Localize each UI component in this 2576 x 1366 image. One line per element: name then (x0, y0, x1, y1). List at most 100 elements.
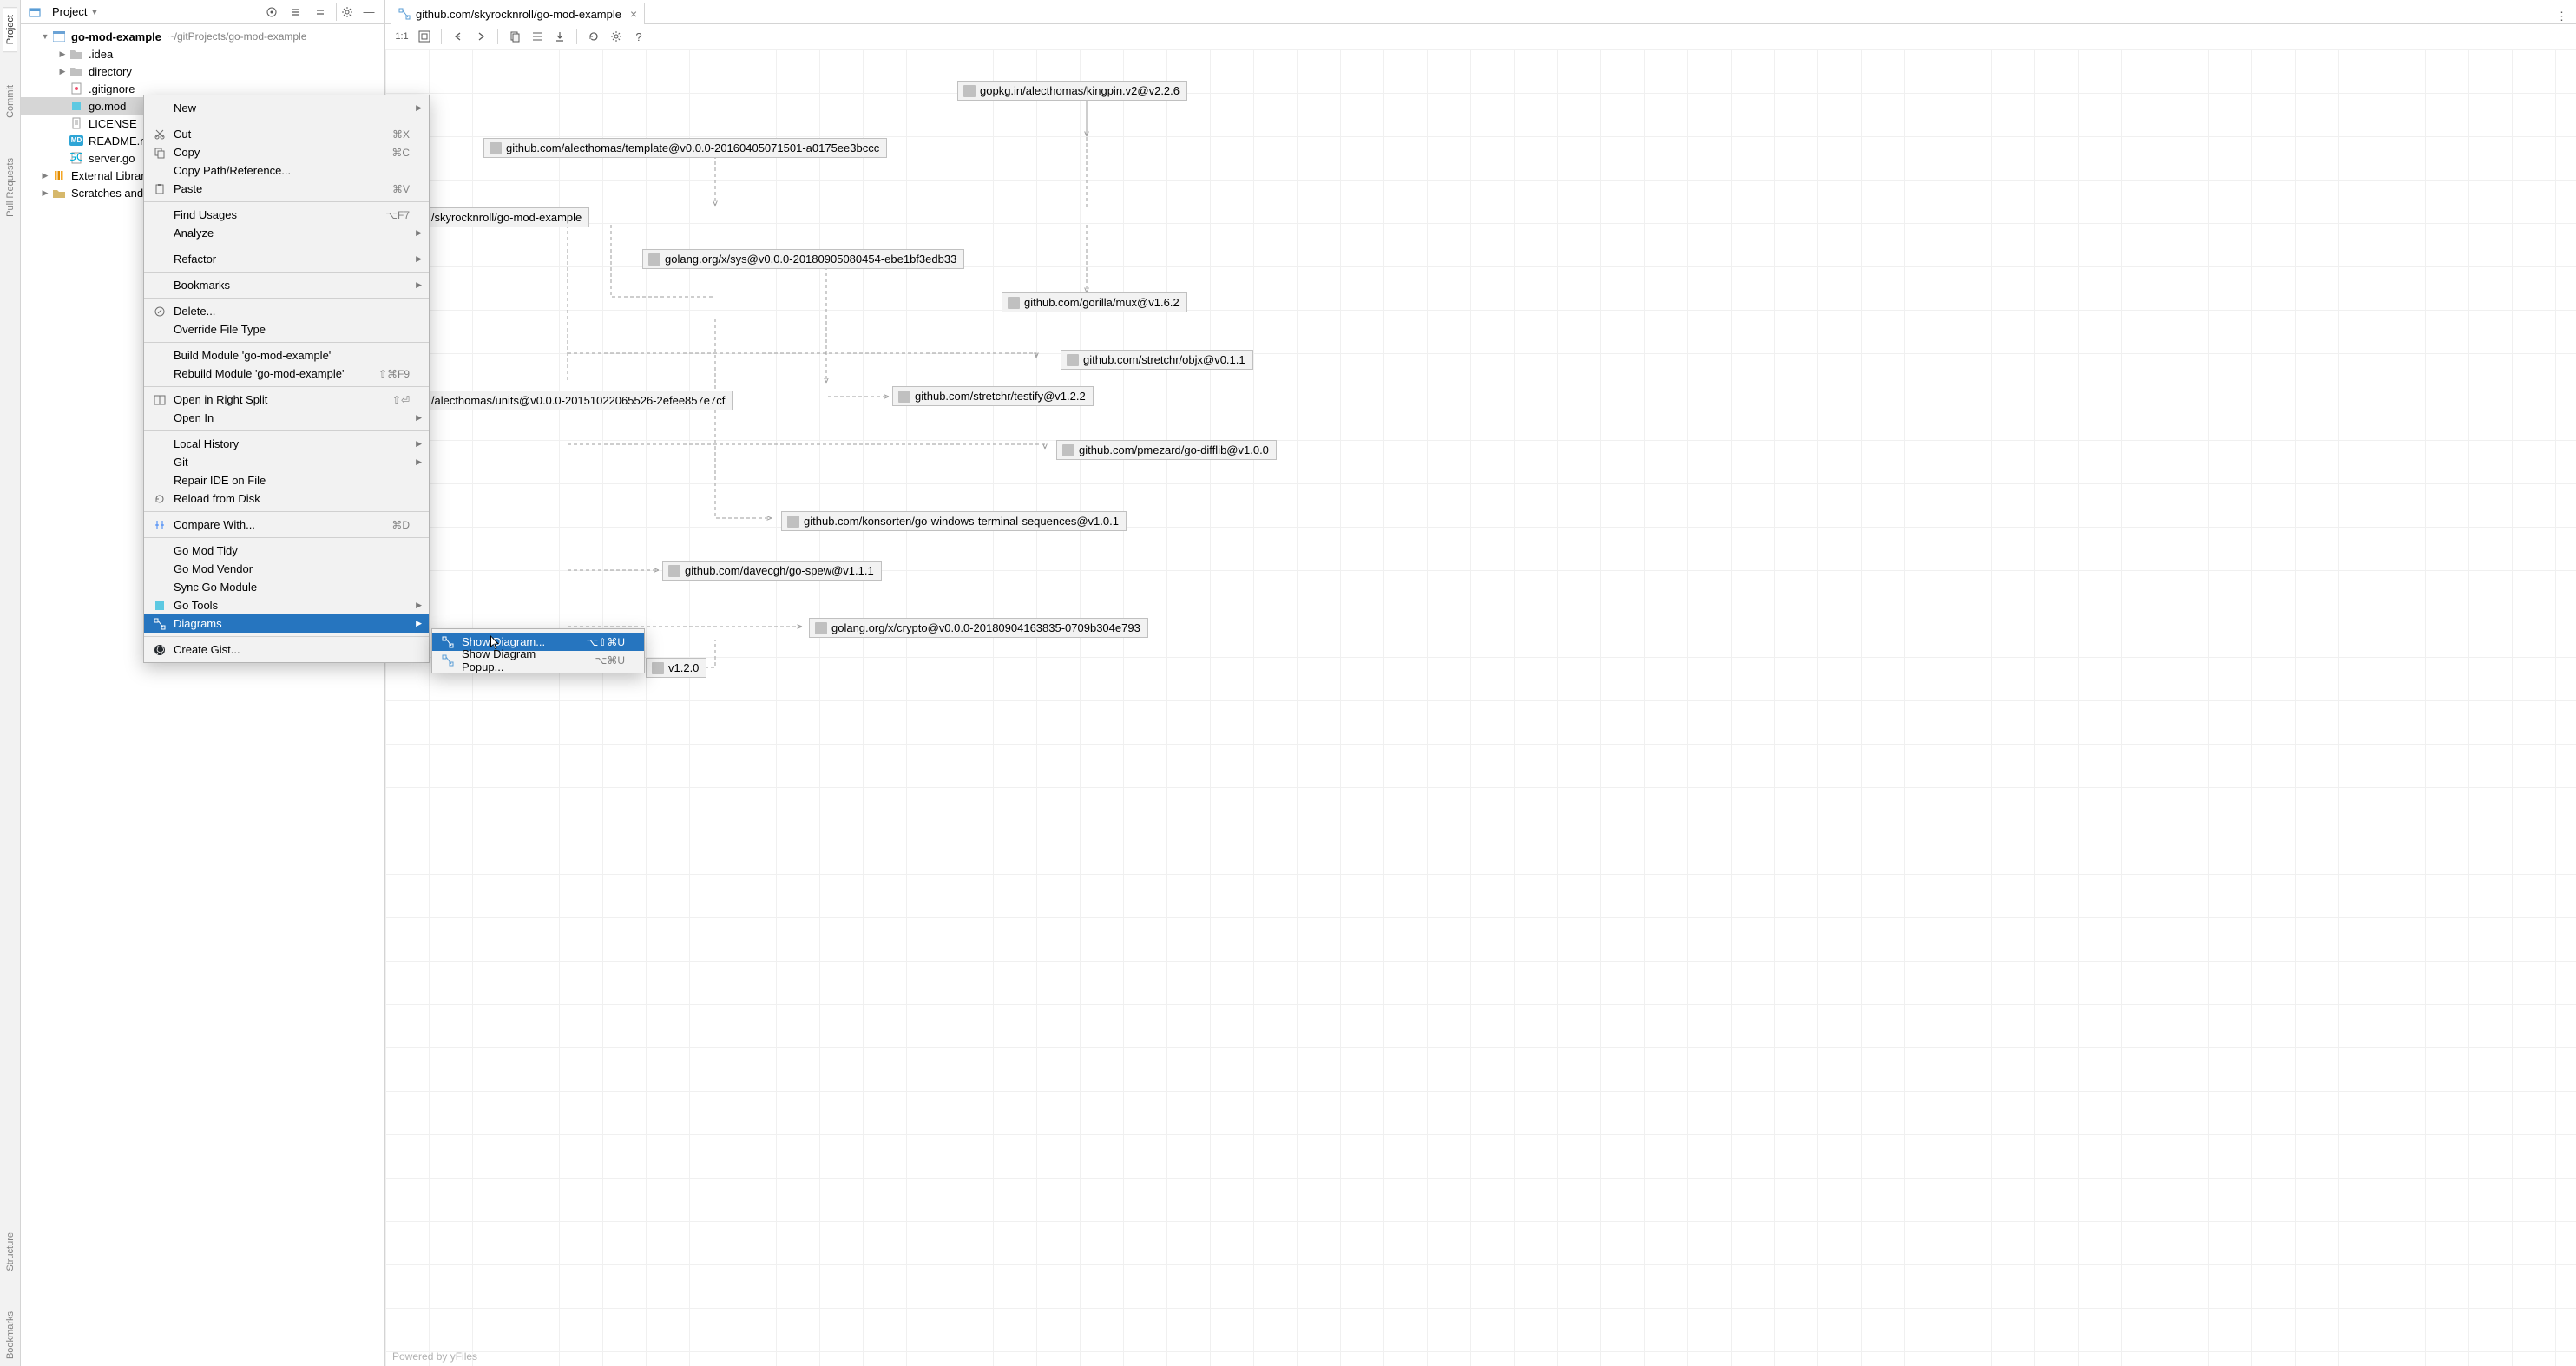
locate-icon[interactable] (263, 3, 280, 21)
project-dropdown[interactable]: Project ▼ (52, 5, 98, 18)
menu-label: Go Mod Tidy (174, 544, 410, 557)
shortcut: ⌘V (392, 183, 410, 195)
shortcut: ⌥⌘U (595, 654, 626, 667)
menu-item[interactable]: Repair IDE on File (144, 471, 429, 489)
tab-project[interactable]: Project (3, 7, 17, 52)
menu-item[interactable]: Local History▶ (144, 435, 429, 453)
menu-item[interactable]: Go Mod Tidy (144, 542, 429, 560)
menu-item[interactable]: Refactor ▶ (144, 250, 429, 268)
menu-item[interactable]: Bookmarks▶ (144, 276, 429, 294)
diagram-node[interactable]: github.com/stretchr/testify@v1.2.2 (892, 386, 1094, 406)
chevron-right-icon: ▶ (416, 619, 422, 628)
menu-item[interactable]: Diagrams▶ (144, 614, 429, 633)
refresh-icon[interactable] (584, 27, 603, 46)
diagram-node[interactable]: github.com/pmezard/go-difflib@v1.0.0 (1056, 440, 1277, 460)
menu-item[interactable]: Open In▶ (144, 409, 429, 427)
layout-icon[interactable] (528, 27, 547, 46)
tab-bookmarks[interactable]: Bookmarks (3, 1304, 17, 1366)
module-icon (668, 565, 680, 577)
menu-item[interactable]: Find Usages⌥F7 (144, 206, 429, 224)
project-icon (28, 5, 42, 19)
diagram-node[interactable]: github.com/stretchr/objx@v0.1.1 (1061, 350, 1253, 370)
menu-label: Bookmarks (174, 279, 410, 292)
expand-all-icon[interactable] (287, 3, 305, 21)
menu-item[interactable]: Create Gist... (144, 640, 429, 659)
chevron-right-icon: ▶ (416, 439, 422, 449)
menu-label: Cut (174, 128, 368, 141)
copy-icon[interactable] (505, 27, 524, 46)
menu-label: Refactor (174, 253, 410, 266)
node-label: hub.com/alecthomas/units@v0.0.0-20151022… (388, 394, 725, 407)
root-path: ~/gitProjects/go-mod-example (168, 30, 307, 43)
menu-item[interactable]: Build Module 'go-mod-example' (144, 346, 429, 364)
settings-icon[interactable] (336, 3, 353, 21)
menu-item[interactable]: Open in Right Split⇧⏎ (144, 391, 429, 409)
diagram-node[interactable]: hub.com/alecthomas/units@v0.0.0-20151022… (385, 391, 733, 410)
gear-icon[interactable] (607, 27, 626, 46)
diagram-node[interactable]: v1.2.0 (646, 658, 706, 678)
menu-item[interactable]: Copy⌘C (144, 143, 429, 161)
chevron-right-icon: ▶ (40, 171, 50, 181)
menu-item[interactable]: Go Mod Vendor (144, 560, 429, 578)
module-icon (963, 85, 976, 97)
menu-item[interactable]: Compare With...⌘D (144, 516, 429, 534)
tree-item[interactable]: ▶.idea (21, 45, 384, 62)
close-tab-icon[interactable]: × (630, 7, 637, 21)
hide-icon[interactable]: — (360, 3, 378, 21)
diagram-node[interactable]: github.com/konsorten/go-windows-terminal… (781, 511, 1127, 531)
forward-icon[interactable] (471, 27, 490, 46)
diagram-node[interactable]: github.com/davecgh/go-spew@v1.1.1 (662, 561, 882, 581)
zoom-11-button[interactable]: 1:1 (392, 27, 411, 46)
tree-root[interactable]: ▼ go-mod-example ~/gitProjects/go-mod-ex… (21, 28, 384, 45)
menu-item[interactable]: Analyze▶ (144, 224, 429, 242)
diagram-canvas[interactable]: Powered by yFiles gopkg.in/alecthomas/ki… (385, 49, 2576, 1366)
diagram-icon (153, 618, 167, 630)
menu-item[interactable]: New▶ (144, 99, 429, 117)
file-icon (69, 82, 83, 95)
back-icon[interactable] (449, 27, 468, 46)
collapse-all-icon[interactable] (312, 3, 329, 21)
menu-item[interactable]: Go Tools▶ (144, 596, 429, 614)
file-icon: GO (69, 151, 83, 165)
diagram-node[interactable]: gopkg.in/alecthomas/kingpin.v2@v2.2.6 (957, 81, 1187, 101)
tab-commit[interactable]: Commit (3, 78, 17, 125)
chevron-right-icon: ▶ (416, 254, 422, 264)
menu-item[interactable]: Git▶ (144, 453, 429, 471)
tab-more-icon[interactable]: ⋮ (2547, 10, 2576, 23)
powered-by-label: Powered by yFiles (392, 1350, 477, 1363)
node-label: github.com/stretchr/objx@v0.1.1 (1083, 353, 1245, 366)
tab-pull-requests[interactable]: Pull Requests (3, 151, 17, 224)
menu-item[interactable]: Sync Go Module (144, 578, 429, 596)
shortcut: ⇧⏎ (392, 394, 410, 406)
menu-item[interactable]: Paste⌘V (144, 180, 429, 198)
delete-icon (153, 305, 167, 318)
menu-item[interactable]: Override File Type (144, 320, 429, 338)
file-icon (69, 47, 83, 61)
chevron-right-icon: ▶ (416, 601, 422, 610)
module-icon (52, 30, 66, 43)
help-icon[interactable]: ? (629, 27, 648, 46)
editor-tabs: github.com/skyrocknroll/go-mod-example ×… (385, 0, 2576, 24)
menu-item[interactable]: Rebuild Module 'go-mod-example'⇧⌘F9 (144, 364, 429, 383)
module-icon (1062, 444, 1074, 456)
file-name: .idea (89, 48, 113, 61)
tree-item[interactable]: ▶directory (21, 62, 384, 80)
file-name: LICENSE (89, 117, 137, 130)
menu-item[interactable]: Copy Path/Reference... (144, 161, 429, 180)
diagram-node[interactable]: golang.org/x/sys@v0.0.0-20180905080454-e… (642, 249, 964, 269)
menu-item[interactable]: Reload from Disk (144, 489, 429, 508)
editor-tab[interactable]: github.com/skyrocknroll/go-mod-example × (391, 3, 645, 24)
chevron-right-icon: ▶ (416, 413, 422, 423)
export-icon[interactable] (550, 27, 569, 46)
diagram-node[interactable]: github.com/alecthomas/template@v0.0.0-20… (483, 138, 887, 158)
menu-item[interactable]: Cut⌘X (144, 125, 429, 143)
tab-structure[interactable]: Structure (3, 1225, 17, 1278)
fit-content-icon[interactable] (415, 27, 434, 46)
diagram-node[interactable]: github.com/gorilla/mux@v1.6.2 (1002, 292, 1187, 312)
menu-label: Delete... (174, 305, 410, 318)
compare-icon (153, 519, 167, 531)
menu-item[interactable]: Delete... (144, 302, 429, 320)
menu-item[interactable]: Show Diagram Popup...⌥⌘U (432, 651, 644, 669)
menu-label: Sync Go Module (174, 581, 410, 594)
diagram-node[interactable]: golang.org/x/crypto@v0.0.0-2018090416383… (809, 618, 1148, 638)
